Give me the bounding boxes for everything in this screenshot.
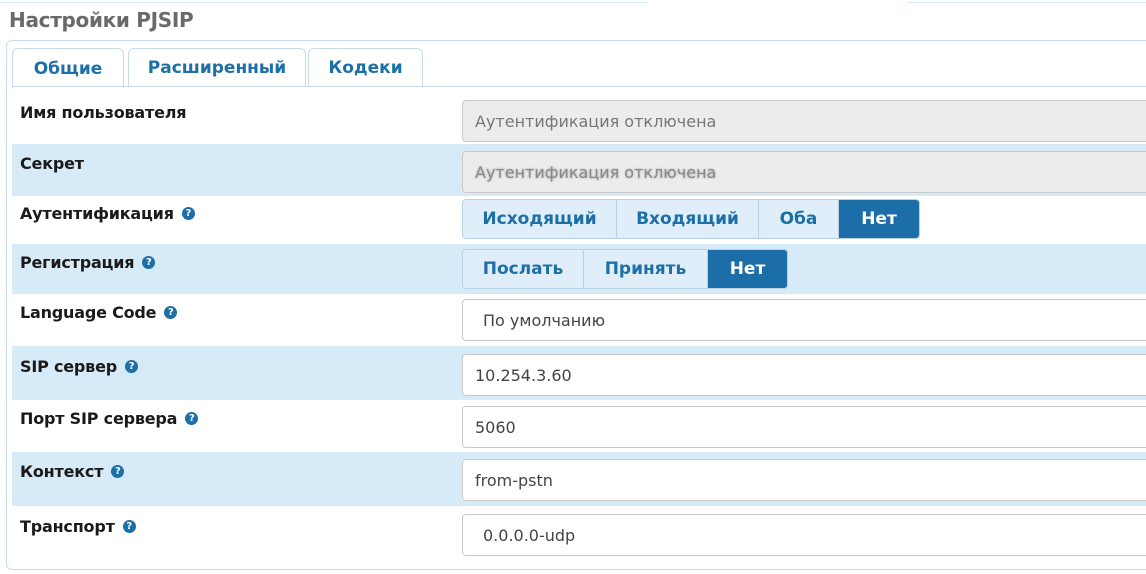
language-code-select[interactable]: По умолчанию xyxy=(462,299,1146,341)
context-label: Контекст ? xyxy=(20,462,125,481)
sip-server-input[interactable]: 10.254.3.60 xyxy=(462,354,1146,396)
help-icon[interactable]: ? xyxy=(125,360,138,373)
reg-none-button[interactable]: Нет xyxy=(708,250,787,288)
auth-inbound-button[interactable]: Входящий xyxy=(617,200,759,238)
username-input[interactable]: Аутентификация отключена xyxy=(462,100,1146,142)
help-icon[interactable]: ? xyxy=(185,412,199,425)
reg-receive-button[interactable]: Принять xyxy=(584,250,708,288)
tab-general[interactable]: Общие xyxy=(12,48,124,88)
help-icon[interactable]: ? xyxy=(122,520,136,533)
transport-label: Транспорт ? xyxy=(20,517,136,536)
top-divider-right xyxy=(907,2,1146,3)
auth-outbound-button[interactable]: Исходящий xyxy=(463,200,617,238)
help-icon[interactable]: ? xyxy=(164,306,178,319)
help-icon[interactable]: ? xyxy=(111,465,125,478)
sip-port-input[interactable]: 5060 xyxy=(462,406,1146,448)
reg-send-button[interactable]: Послать xyxy=(463,250,584,288)
transport-select[interactable]: 0.0.0.0-udp xyxy=(462,514,1146,556)
registration-label: Регистрация ? xyxy=(20,253,156,272)
help-icon[interactable]: ? xyxy=(142,256,156,269)
auth-none-button[interactable]: Нет xyxy=(839,200,919,238)
secret-input[interactable]: Аутентификация отключена xyxy=(462,151,1146,193)
help-icon[interactable]: ? xyxy=(181,207,195,220)
sip-port-label: Порт SIP сервера ? xyxy=(20,409,199,428)
registration-button-group: Послать Принять Нет xyxy=(462,249,788,289)
username-label: Имя пользователя xyxy=(20,103,187,122)
auth-both-button[interactable]: Оба xyxy=(759,200,839,238)
tab-codecs[interactable]: Кодеки xyxy=(308,48,423,87)
authentication-label: Аутентификация ? xyxy=(20,204,195,223)
page-title: Настройки PJSIP xyxy=(9,8,194,32)
language-code-label: Language Code ? xyxy=(20,303,178,322)
tab-advanced[interactable]: Расширенный xyxy=(128,48,306,87)
tab-divider xyxy=(12,86,1146,87)
context-input[interactable]: from-pstn xyxy=(462,459,1146,501)
authentication-button-group: Исходящий Входящий Оба Нет xyxy=(462,199,920,239)
secret-label: Секрет xyxy=(20,154,84,173)
top-divider xyxy=(0,2,648,3)
sip-server-label: SIP сервер ? xyxy=(20,357,138,376)
